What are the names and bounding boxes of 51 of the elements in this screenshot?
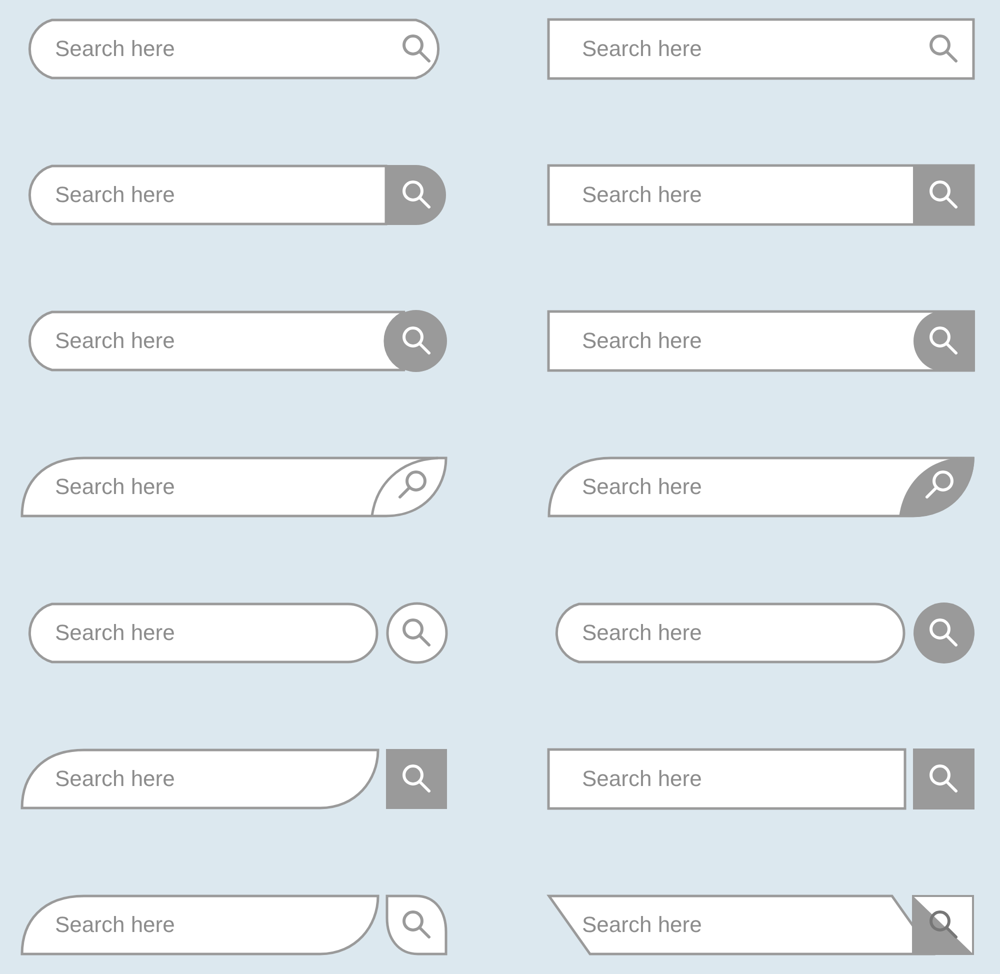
search-field[interactable] [28,310,406,372]
search-icon [402,910,430,938]
search-button[interactable] [386,165,446,225]
search-field[interactable] [20,748,380,810]
search-button[interactable] [913,748,974,810]
placeholder-text: Search here [55,328,175,354]
placeholder-text: Search here [582,766,702,792]
search-button[interactable] [913,164,974,226]
search-button[interactable] [386,749,447,809]
search-button[interactable] [914,310,975,372]
search-field[interactable] [546,894,936,956]
search-field[interactable] [28,18,440,80]
search-icon [930,326,958,354]
search-icon [402,618,430,646]
search-icon[interactable] [930,34,958,62]
search-button[interactable] [386,602,448,664]
search-field[interactable] [556,602,906,664]
placeholder-text: Search here [55,36,175,62]
search-field[interactable] [28,602,378,664]
placeholder-text: Search here [582,620,702,646]
placeholder-text: Search here [582,328,702,354]
search-icon[interactable] [402,34,430,62]
search-field[interactable] [28,164,388,226]
search-field[interactable] [20,456,448,518]
search-button[interactable] [914,602,974,664]
search-button[interactable] [899,457,974,517]
search-field[interactable] [20,894,380,956]
placeholder-text: Search here [582,912,702,938]
search-button[interactable] [912,895,974,955]
placeholder-text: Search here [55,182,175,208]
search-button[interactable] [370,456,438,516]
placeholder-text: Search here [582,36,702,62]
placeholder-text: Search here [582,182,702,208]
placeholder-text: Search here [55,766,175,792]
search-icon [930,180,958,208]
search-icon [926,470,954,498]
search-icon [930,618,958,646]
search-icon [930,910,958,938]
search-icon [930,764,958,792]
search-icon [398,470,426,498]
search-field[interactable] [547,18,975,80]
search-field[interactable] [547,748,906,810]
search-icon [402,764,430,792]
placeholder-text: Search here [55,912,175,938]
placeholder-text: Search here [55,474,175,500]
search-icon [402,180,430,208]
search-icon [402,326,430,354]
search-button[interactable] [385,310,447,372]
search-button[interactable] [386,894,448,956]
placeholder-text: Search here [582,474,702,500]
placeholder-text: Search here [55,620,175,646]
